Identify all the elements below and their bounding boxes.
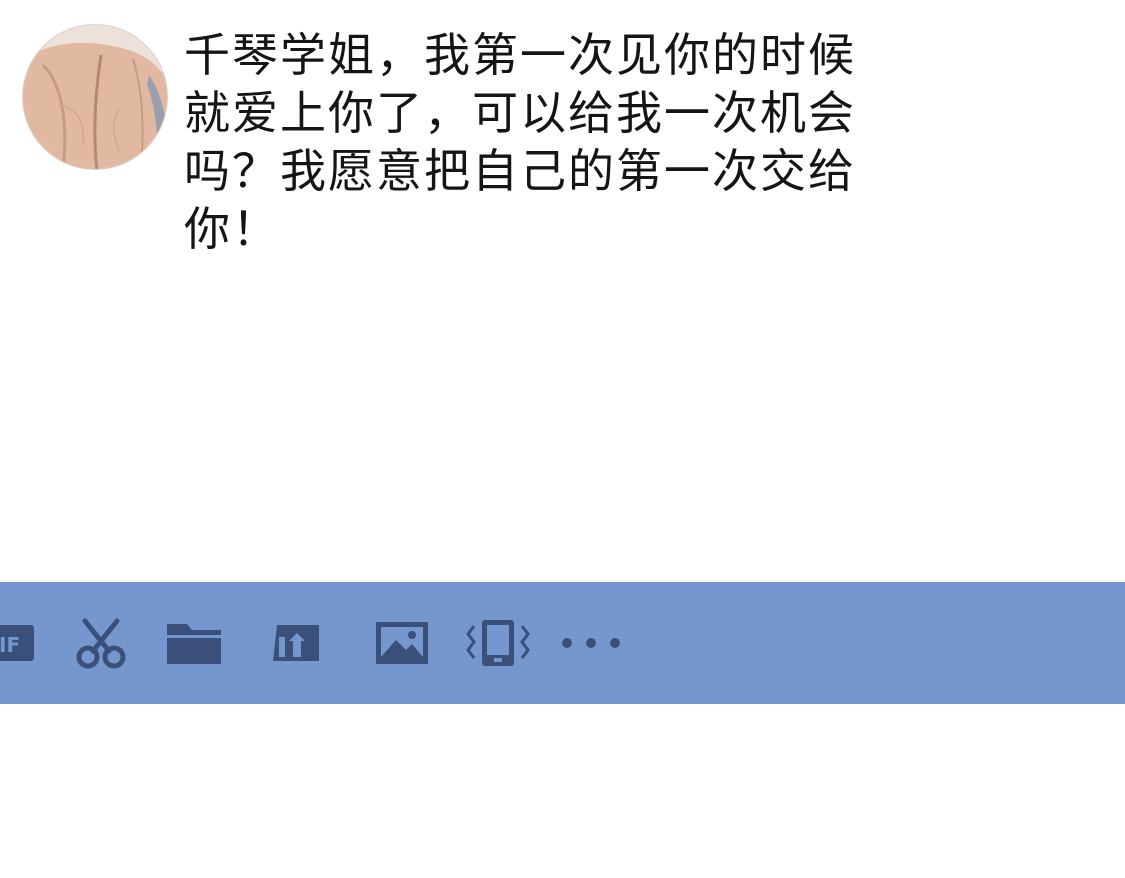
scissors-icon[interactable] (70, 582, 132, 704)
red-packet-icon[interactable] (262, 582, 332, 704)
avatar-image (23, 25, 167, 169)
gif-icon[interactable]: IF (0, 582, 40, 704)
keyboard-panel-area (0, 704, 1125, 878)
chat-area: 千琴学姐，我第一次见你的时候就爱上你了，可以给我一次机会吗？我愿意把自己的第一次… (0, 0, 1125, 582)
image-icon[interactable] (370, 582, 434, 704)
svg-text:IF: IF (0, 633, 20, 657)
avatar[interactable] (22, 24, 168, 170)
more-icon[interactable] (556, 582, 626, 704)
folder-icon[interactable] (160, 582, 228, 704)
input-toolbar: IF (0, 582, 1125, 704)
shake-icon[interactable] (458, 582, 538, 704)
message-bubble-text: 千琴学姐，我第一次见你的时候就爱上你了，可以给我一次机会吗？我愿意把自己的第一次… (184, 28, 856, 256)
message-row: 千琴学姐，我第一次见你的时候就爱上你了，可以给我一次机会吗？我愿意把自己的第一次… (22, 24, 902, 264)
